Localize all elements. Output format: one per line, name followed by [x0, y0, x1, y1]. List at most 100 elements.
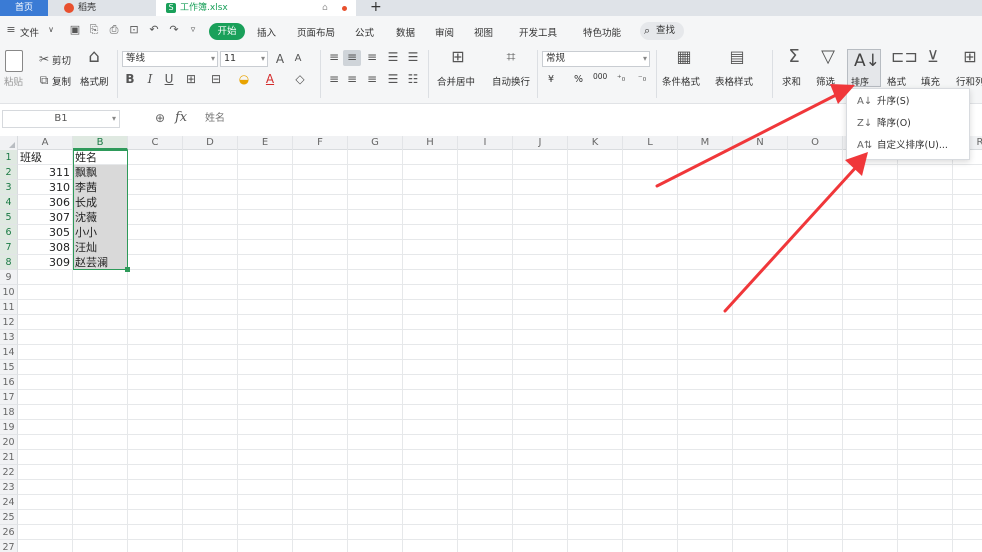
column-header-h[interactable]: H — [403, 136, 458, 150]
row-header-9[interactable]: 9 — [0, 270, 18, 285]
cell-b1[interactable]: 姓名 — [73, 150, 127, 165]
row-header-18[interactable]: 18 — [0, 405, 18, 420]
column-header-d[interactable]: D — [183, 136, 238, 150]
row-header-23[interactable]: 23 — [0, 480, 18, 495]
fx-icon[interactable]: fx — [175, 110, 187, 125]
align-top-icon[interactable]: ≡ — [326, 50, 342, 64]
redo-icon[interactable]: ↷ — [167, 23, 181, 37]
cell-b4[interactable]: 长成 — [73, 195, 127, 210]
row-header-26[interactable]: 26 — [0, 525, 18, 540]
format-painter-icon[interactable]: ⌂ — [86, 48, 102, 66]
row-header-2[interactable]: 2 — [0, 165, 18, 180]
menu-page-layout[interactable]: 页面布局 — [297, 25, 335, 39]
column-header-e[interactable]: E — [238, 136, 293, 150]
percent-button[interactable]: % — [574, 74, 583, 85]
number-format-select[interactable]: 常规 ▾ — [542, 51, 650, 67]
pin-icon[interactable]: ⌂ — [322, 0, 328, 16]
align-bottom-icon[interactable]: ≡ — [364, 50, 380, 64]
row-header-1[interactable]: 1 — [0, 150, 18, 165]
customize-toolbar-icon[interactable]: ▿ — [186, 23, 200, 37]
row-header-16[interactable]: 16 — [0, 375, 18, 390]
row-header-15[interactable]: 15 — [0, 360, 18, 375]
menu-start[interactable]: 开始 — [209, 23, 245, 40]
conditional-format-button[interactable]: 条件格式 — [662, 74, 700, 88]
conditional-format-icon[interactable]: ▦ — [676, 49, 692, 65]
cell-a7[interactable]: 308 — [18, 240, 72, 255]
distributed-icon[interactable]: ☷ — [405, 72, 421, 86]
scissors-icon[interactable]: ✂ — [36, 52, 52, 66]
cell-a8[interactable]: 309 — [18, 255, 72, 270]
column-header-j[interactable]: J — [513, 136, 568, 150]
border-icon[interactable]: ⊞ — [183, 72, 199, 86]
align-right-icon[interactable]: ≡ — [364, 72, 380, 86]
cell-b3[interactable]: 李茜 — [73, 180, 127, 195]
thousands-button[interactable]: 000 — [593, 72, 607, 81]
column-header-c[interactable]: C — [128, 136, 183, 150]
filter-button[interactable]: 筛选 — [816, 74, 835, 88]
indent-increase-icon[interactable]: ☰ — [405, 50, 421, 64]
row-header-14[interactable]: 14 — [0, 345, 18, 360]
column-header-i[interactable]: I — [458, 136, 513, 150]
paste-button[interactable]: 粘贴 — [4, 74, 23, 88]
decrease-font-icon[interactable]: A — [290, 52, 306, 66]
font-name-select[interactable]: 等线 ▾ — [122, 51, 218, 67]
increase-font-icon[interactable]: A — [272, 52, 288, 66]
row-header-12[interactable]: 12 — [0, 315, 18, 330]
align-center-icon[interactable]: ≡ — [344, 72, 360, 86]
column-header-m[interactable]: M — [678, 136, 733, 150]
wrap-text-button[interactable]: 自动换行 — [492, 74, 530, 88]
row-header-21[interactable]: 21 — [0, 450, 18, 465]
copy-button[interactable]: 复制 — [52, 74, 71, 88]
align-left-icon[interactable]: ≡ — [326, 72, 342, 86]
menu-view[interactable]: 视图 — [474, 25, 493, 39]
new-tab-button[interactable]: + — [370, 0, 384, 16]
menu-insert[interactable]: 插入 — [257, 25, 276, 39]
print-preview-icon[interactable]: ⊡ — [127, 23, 141, 37]
table-style-button[interactable]: 表格样式 — [715, 74, 753, 88]
font-size-select[interactable]: 11 ▾ — [220, 51, 268, 67]
underline-button[interactable]: U — [161, 72, 177, 86]
column-header-f[interactable]: F — [293, 136, 348, 150]
cell-b6[interactable]: 小小 — [73, 225, 127, 240]
table-style-icon[interactable]: ▤ — [729, 49, 745, 65]
column-header-g[interactable]: G — [348, 136, 403, 150]
cell-a4[interactable]: 306 — [18, 195, 72, 210]
row-header-24[interactable]: 24 — [0, 495, 18, 510]
currency-button[interactable]: ¥ — [548, 74, 554, 85]
sum-button[interactable]: 求和 — [782, 74, 801, 88]
sort-descending-item[interactable]: Z↓ 降序(O) — [847, 113, 969, 135]
cell-b7[interactable]: 汪灿 — [73, 240, 127, 255]
hamburger-icon[interactable]: ≡ — [4, 23, 18, 37]
row-column-icon[interactable]: ⊞ — [962, 49, 978, 65]
merge-center-button[interactable]: 合并居中 — [437, 74, 475, 88]
tab-home[interactable]: 首页 — [0, 0, 48, 16]
row-header-7[interactable]: 7 — [0, 240, 18, 255]
merge-center-icon[interactable]: ⊞ — [450, 49, 466, 65]
indent-decrease-icon[interactable]: ☰ — [385, 50, 401, 64]
menu-data[interactable]: 数据 — [396, 25, 415, 39]
menu-review[interactable]: 审阅 — [435, 25, 454, 39]
row-header-6[interactable]: 6 — [0, 225, 18, 240]
cell-b5[interactable]: 沈薇 — [73, 210, 127, 225]
custom-sort-item[interactable]: A⇅ 自定义排序(U)... — [847, 135, 969, 157]
format-button[interactable]: 格式 — [887, 74, 906, 88]
sort-button[interactable]: A↓ 排序 — [847, 49, 881, 88]
row-header-8[interactable]: 8 — [0, 255, 18, 270]
row-header-5[interactable]: 5 — [0, 210, 18, 225]
row-header-4[interactable]: 4 — [0, 195, 18, 210]
align-middle-icon[interactable]: ≡ — [344, 50, 360, 64]
menu-developer[interactable]: 开发工具 — [519, 25, 557, 39]
cell-a2[interactable]: 311 — [18, 165, 72, 180]
row-header-13[interactable]: 13 — [0, 330, 18, 345]
row-header-25[interactable]: 25 — [0, 510, 18, 525]
row-header-3[interactable]: 3 — [0, 180, 18, 195]
format-icon[interactable]: ⊏⊐ — [891, 49, 918, 65]
undo-icon[interactable]: ↶ — [147, 23, 161, 37]
clear-format-icon[interactable]: ◇ — [292, 72, 308, 86]
fill-pattern-icon[interactable]: ⊟ — [208, 72, 224, 86]
cell-a5[interactable]: 307 — [18, 210, 72, 225]
copy-icon[interactable]: ⧉ — [36, 73, 52, 87]
column-header-n[interactable]: N — [733, 136, 788, 150]
row-header-17[interactable]: 17 — [0, 390, 18, 405]
row-header-22[interactable]: 22 — [0, 465, 18, 480]
